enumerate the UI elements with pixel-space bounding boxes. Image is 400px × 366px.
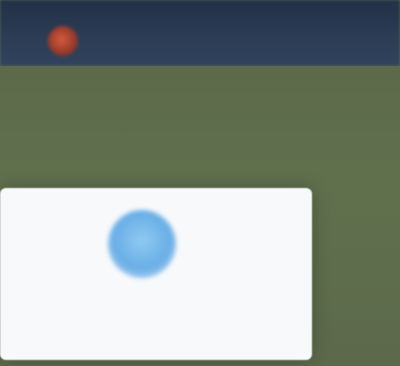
modal-action-link[interactable] [258, 336, 292, 350]
app-header [0, 0, 400, 66]
modal-message [30, 294, 280, 308]
modal-dialog [0, 188, 312, 360]
brand-text[interactable] [120, 28, 260, 50]
modal-status-icon [108, 210, 176, 278]
modal-title [86, 274, 226, 290]
logo-icon[interactable] [48, 26, 78, 56]
